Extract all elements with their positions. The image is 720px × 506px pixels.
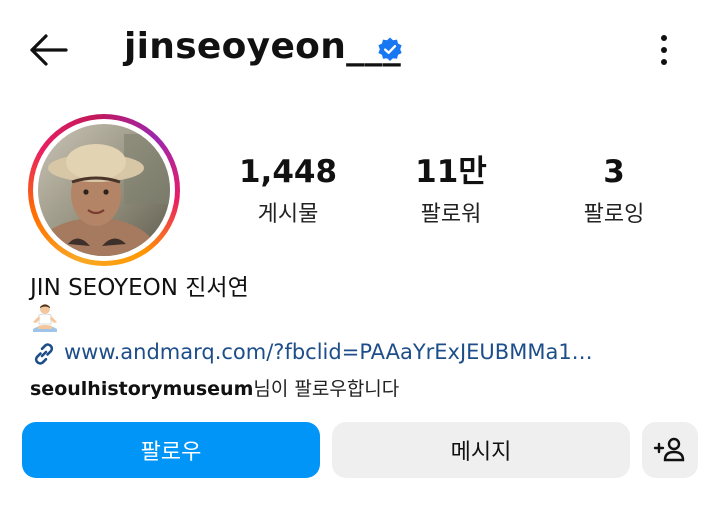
person-lotus-position-emoji: [30, 302, 60, 334]
suggest-users-button[interactable]: [642, 422, 698, 478]
followers-stat[interactable]: 11만 팔로워: [381, 152, 521, 228]
following-label: 팔로잉: [583, 202, 645, 227]
profile-full-name: JIN SEOYEON 진서연: [30, 275, 249, 301]
posts-label: 게시물: [257, 202, 319, 227]
profile-link[interactable]: www.andmarq.com/?fbclid=PAAaYrExJEUBMMa1…: [30, 338, 690, 370]
profile-header: jinseoyeon___: [0, 0, 720, 100]
followed-by-username[interactable]: seoulhistorymuseum: [30, 378, 253, 400]
posts-stat[interactable]: 1,448 게시물: [218, 152, 358, 228]
followed-by-suffix: 님이 팔로우합니다: [253, 378, 400, 400]
profile-username: jinseoyeon___: [124, 26, 402, 67]
followers-count: 11만: [415, 154, 487, 190]
add-person-icon: [653, 437, 685, 462]
profile-avatar[interactable]: [38, 124, 170, 256]
link-icon: [30, 340, 58, 368]
posts-count: 1,448: [238, 154, 338, 190]
more-vertical-icon[interactable]: [650, 30, 678, 70]
follow-button[interactable]: 팔로우: [22, 422, 320, 478]
following-count: 3: [603, 154, 625, 190]
verified-badge-icon: [376, 36, 404, 64]
followers-label: 팔로워: [420, 202, 482, 227]
following-stat[interactable]: 3 팔로잉: [544, 152, 684, 228]
story-ring[interactable]: [28, 114, 180, 266]
link-url[interactable]: www.andmarq.com/?fbclid=PAAaYrExJEUBMMa1…: [64, 340, 694, 364]
followed-by-text[interactable]: seoulhistorymuseum님이 팔로우합니다: [30, 374, 399, 401]
arrow-left-icon[interactable]: [26, 30, 70, 70]
message-button[interactable]: 메시지: [332, 422, 630, 478]
